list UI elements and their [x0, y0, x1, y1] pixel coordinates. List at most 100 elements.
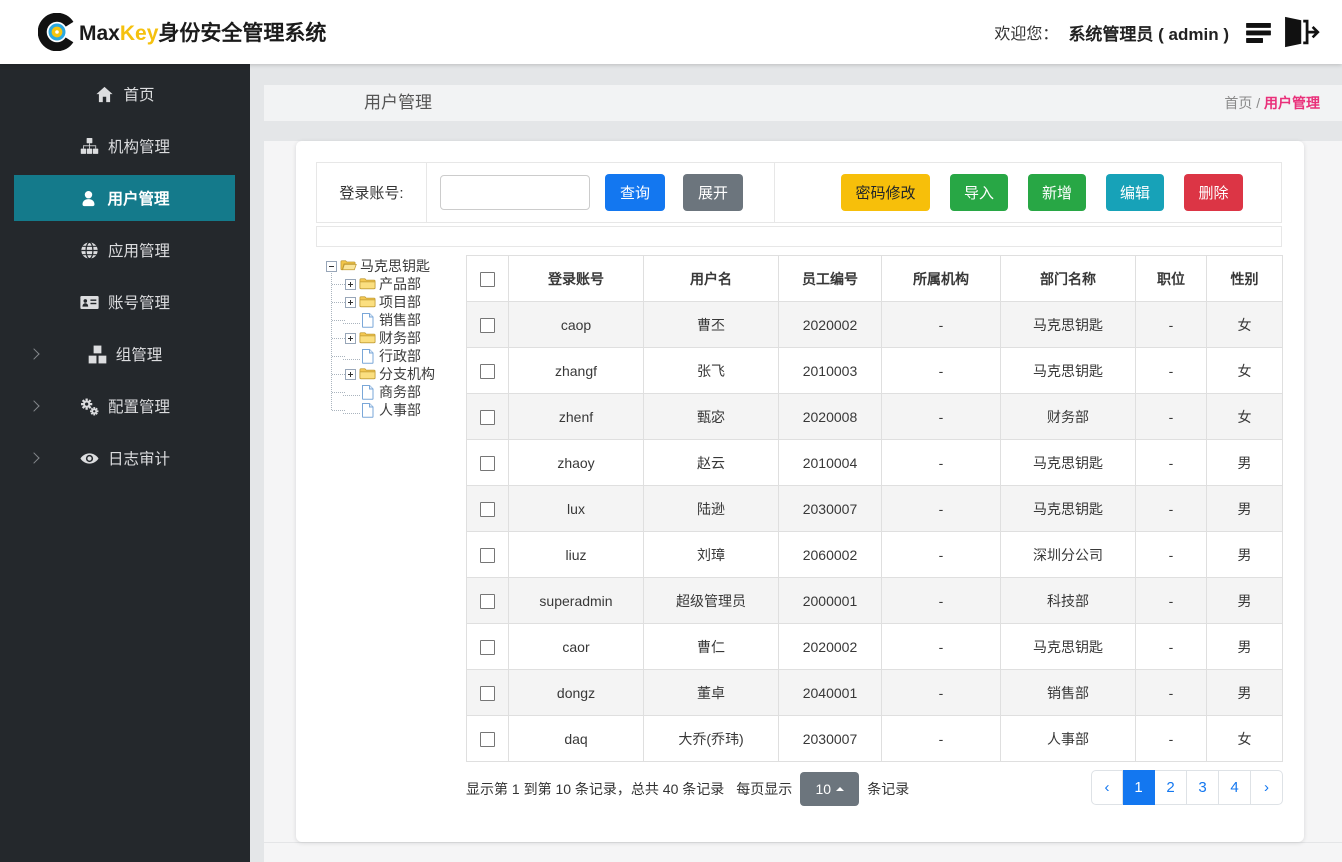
page-button[interactable]: 3 [1187, 770, 1219, 805]
welcome-area: 欢迎您： 系统管理员 ( admin ) [994, 0, 1322, 64]
table-row[interactable]: caop 曹丕 2020002 - 马克思钥匙 - 女 [466, 301, 1283, 348]
row-checkbox[interactable] [480, 501, 495, 517]
tree-node-label: 财务部 [379, 330, 421, 346]
sidebar-item-label: 日志审计 [107, 451, 170, 468]
table-row[interactable]: daq 大乔(乔玮) 2030007 - 人事部 - 女 [466, 715, 1283, 762]
row-checkbox[interactable] [480, 455, 495, 471]
sidebar-item[interactable]: 首页 [0, 71, 250, 117]
table-row[interactable]: liuz 刘璋 2060002 - 深圳分公司 - 男 [466, 531, 1283, 578]
tree-node-icon [359, 384, 376, 400]
action-buttons: 密码修改 导入 新增 编辑 删除 [841, 163, 1243, 222]
tree-node[interactable]: 人事部 [316, 401, 466, 419]
tree-expand-icon[interactable] [345, 368, 356, 380]
tree-node-label: 分支机构 [379, 366, 435, 382]
tree-node-icon [359, 402, 376, 418]
query-button[interactable]: 查询 [605, 174, 665, 211]
tree-node-icon [359, 276, 376, 292]
expand-button[interactable]: 展开 [683, 174, 743, 211]
logout-icon[interactable] [1282, 13, 1322, 51]
sidebar-item-icon [80, 137, 99, 156]
sidebar-item[interactable]: 机构管理 [0, 123, 250, 169]
table-row[interactable]: zhangf 张飞 2010003 - 马克思钥匙 - 女 [466, 347, 1283, 394]
row-checkbox[interactable] [480, 547, 495, 563]
column-header[interactable]: 性别 [1206, 255, 1283, 302]
table-row[interactable]: zhaoy 赵云 2010004 - 马克思钥匙 - 男 [466, 439, 1283, 486]
user-management-card: 登录账号: 查询 展开 密码修改 导入 新增 编辑 删除 马克思钥匙 产品部 项… [296, 141, 1304, 842]
change-password-button[interactable]: 密码修改 [841, 174, 930, 211]
page-button[interactable]: 1 [1123, 770, 1155, 805]
page-button[interactable]: ‹ [1091, 770, 1123, 805]
column-header[interactable]: 部门名称 [1000, 255, 1136, 302]
row-checkbox[interactable] [480, 317, 495, 333]
table-row[interactable]: superadmin 超级管理员 2000001 - 科技部 - 男 [466, 577, 1283, 624]
sidebar-item[interactable]: 日志审计 [0, 435, 250, 481]
sidebar-item[interactable]: 应用管理 [0, 227, 250, 273]
edit-button[interactable]: 编辑 [1106, 174, 1164, 211]
table-row[interactable]: lux 陆逊 2030007 - 马克思钥匙 - 男 [466, 485, 1283, 532]
column-header[interactable]: 所属机构 [881, 255, 1001, 302]
page-button[interactable]: 2 [1155, 770, 1187, 805]
tree-node[interactable]: 财务部 [316, 329, 466, 347]
table-row[interactable]: caor 曹仁 2020002 - 马克思钥匙 - 男 [466, 623, 1283, 670]
main-content: 用户管理 首页 / 用户管理 登录账号: 查询 展开 密码修改 导入 新增 编辑… [250, 64, 1342, 862]
chevron-right-icon [28, 452, 40, 464]
user-table-wrap: 登录账号 用户名 员工编号 所属机构 部门名称 职位 性别 caop 曹丕 20… [466, 255, 1283, 762]
brand: MaxKey身份安全管理系统 [38, 0, 326, 64]
pager: ‹ 1 2 3 4 › [1091, 770, 1283, 805]
row-checkbox[interactable] [480, 593, 495, 609]
page-size-dropdown[interactable]: 10 [800, 771, 860, 806]
sidebar-item[interactable]: 账号管理 [0, 279, 250, 325]
sidebar-item-icon [80, 241, 99, 260]
add-button[interactable]: 新增 [1028, 174, 1086, 211]
tree-collapse-icon[interactable] [326, 260, 337, 272]
tree-node[interactable]: 商务部 [316, 383, 466, 401]
row-checkbox[interactable] [480, 409, 495, 425]
row-checkbox[interactable] [480, 639, 495, 655]
tree-node[interactable]: 分支机构 [316, 365, 466, 383]
tree-node[interactable]: 项目部 [316, 293, 466, 311]
tree-connector [343, 351, 360, 362]
column-header[interactable]: 用户名 [643, 255, 779, 302]
tree-connector [343, 405, 360, 416]
sidebar-item[interactable]: 组管理 [0, 331, 250, 377]
tree-expand-icon[interactable] [345, 296, 356, 308]
column-header[interactable]: 员工编号 [778, 255, 882, 302]
tree-node[interactable]: 销售部 [316, 311, 466, 329]
panel-divider [264, 842, 1342, 843]
welcome-label: 欢迎您： [994, 26, 1059, 43]
row-checkbox[interactable] [480, 685, 495, 701]
tree-node-label: 商务部 [379, 384, 421, 400]
page-header-bar: 用户管理 首页 / 用户管理 [264, 85, 1342, 121]
sidebar-item-label: 机构管理 [107, 139, 170, 156]
maxkey-logo-icon [38, 13, 76, 51]
tree-connector [343, 315, 360, 326]
tree-node[interactable]: 产品部 [316, 275, 466, 293]
sidebar-item[interactable]: 配置管理 [0, 383, 250, 429]
search-toolbar: 登录账号: 查询 展开 密码修改 导入 新增 编辑 删除 [316, 162, 1282, 223]
sidebar-item[interactable]: 用户管理 [14, 175, 235, 221]
select-all-cell [466, 255, 509, 302]
row-checkbox[interactable] [480, 731, 495, 747]
tree-node-icon [359, 294, 376, 310]
tree-expand-icon[interactable] [345, 332, 356, 344]
sidebar-item-label: 组管理 [115, 347, 163, 364]
row-checkbox[interactable] [480, 363, 495, 379]
tree-expand-icon[interactable] [345, 278, 356, 290]
sidebar: 首页 机构管理 用户管理 应用管理 账号管理 组管理 配置管理 日志审计 [0, 64, 250, 862]
page-button[interactable]: 4 [1219, 770, 1251, 805]
menu-bars-icon[interactable] [1245, 19, 1272, 46]
tree-root-node[interactable]: 马克思钥匙 [316, 257, 466, 275]
tree-node[interactable]: 行政部 [316, 347, 466, 365]
column-header[interactable]: 登录账号 [508, 255, 644, 302]
delete-button[interactable]: 删除 [1184, 174, 1243, 211]
table-header-row: 登录账号 用户名 员工编号 所属机构 部门名称 职位 性别 [466, 255, 1283, 302]
table-row[interactable]: zhenf 甄宓 2020008 - 财务部 - 女 [466, 393, 1283, 440]
table-row[interactable]: dongz 董卓 2040001 - 销售部 - 男 [466, 669, 1283, 716]
select-all-checkbox[interactable] [480, 271, 495, 287]
breadcrumb-home[interactable]: 首页 [1224, 95, 1252, 111]
page-button[interactable]: › [1251, 770, 1283, 805]
page-title: 用户管理 [364, 93, 432, 112]
column-header[interactable]: 职位 [1135, 255, 1207, 302]
import-button[interactable]: 导入 [950, 174, 1008, 211]
login-account-input[interactable] [440, 175, 590, 210]
